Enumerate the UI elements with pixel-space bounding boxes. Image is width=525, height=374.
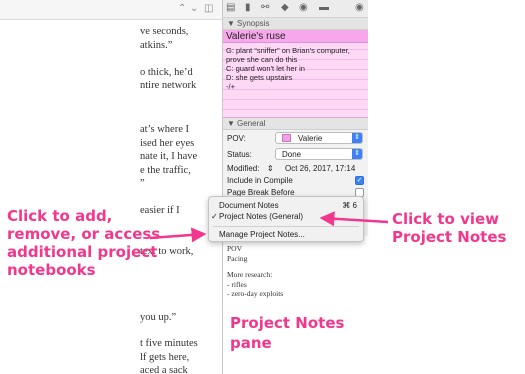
disclosure-triangle-icon[interactable]: ▼ bbox=[227, 19, 235, 28]
synopsis-line: -/+ bbox=[226, 82, 235, 91]
synopsis-line: D: she gets upstairs bbox=[226, 73, 293, 82]
pov-color-swatch bbox=[282, 134, 291, 142]
chevron-up-icon[interactable]: ⌃ bbox=[178, 3, 186, 14]
editor-text-line[interactable]: ve seconds, bbox=[140, 26, 188, 37]
menu-item-manage-project-notes[interactable]: Manage Project Notes... bbox=[209, 229, 363, 240]
editor-text-line[interactable]: ntire network bbox=[140, 80, 196, 91]
synopsis-header[interactable]: ▼ Synopsis bbox=[223, 18, 368, 30]
note-line: POV bbox=[227, 244, 243, 253]
chevron-down-icon[interactable]: ⌄ bbox=[190, 3, 198, 14]
lock-icon[interactable]: ◉ bbox=[355, 2, 364, 13]
editor-text-line[interactable]: ” bbox=[140, 178, 145, 189]
pane-callout: Project Notes pane bbox=[230, 314, 345, 352]
pov-label: POV: bbox=[227, 134, 246, 143]
disclosure-triangle-icon[interactable]: ▼ bbox=[227, 119, 235, 128]
editor-text-line[interactable]: you up.” bbox=[140, 312, 176, 323]
checkmark-icon: ✓ bbox=[211, 212, 218, 221]
menu-item-project-notes-general[interactable]: ✓ Project Notes (General) bbox=[209, 211, 363, 222]
editor-text-line[interactable]: nate it, I have bbox=[140, 151, 197, 162]
status-label: Status: bbox=[227, 150, 252, 159]
synopsis-title[interactable]: Valerie's ruse bbox=[223, 30, 368, 43]
editor-text-line[interactable]: at’s where I bbox=[140, 124, 189, 135]
include-in-compile-label: Include in Compile bbox=[227, 176, 293, 185]
split-view-icon[interactable]: ◫ bbox=[204, 3, 213, 14]
snapshot-icon[interactable]: ◉ bbox=[299, 2, 308, 13]
notes-menu: Document Notes ⌘ 6 ✓ Project Notes (Gene… bbox=[208, 196, 364, 242]
modified-label: Modified: bbox=[227, 164, 260, 173]
synopsis-card[interactable]: Valerie's ruse G: plant “sniffer” on Bri… bbox=[223, 30, 368, 118]
editor-text-line[interactable]: atkins.” bbox=[140, 40, 172, 51]
right-callout: Click to view Project Notes bbox=[392, 210, 507, 246]
notes-icon[interactable]: ▤ bbox=[226, 2, 235, 13]
synopsis-line: C: guard won't let her in bbox=[226, 64, 305, 73]
editor-text-line[interactable]: lf gets here, bbox=[140, 352, 189, 363]
comment-icon[interactable]: ▬ bbox=[319, 2, 329, 13]
editor-text-line[interactable]: e the traffic, bbox=[140, 165, 191, 176]
project-notes-pane[interactable]: POV Pacing More research: - rifles - zer… bbox=[223, 236, 368, 374]
menu-separator bbox=[213, 226, 359, 227]
synopsis-line: G: plant “sniffer” on Brian's computer, bbox=[226, 46, 350, 55]
background bbox=[368, 0, 525, 374]
editor-pane[interactable]: ⌃ ⌄ ◫ ve seconds, atkins.” o thick, he’d… bbox=[0, 0, 222, 374]
editor-text-line[interactable]: t five minutes bbox=[140, 338, 198, 349]
chevron-updown-icon[interactable]: ⇕ bbox=[267, 164, 274, 173]
general-header[interactable]: ▼ General bbox=[223, 118, 368, 130]
modified-value: Oct 26, 2017, 17:14 bbox=[285, 164, 356, 173]
pov-popup[interactable]: Valerie ⇕ bbox=[275, 132, 363, 144]
note-line: - rifles bbox=[227, 280, 247, 289]
left-callout: Click to add, remove, or access addition… bbox=[7, 207, 161, 279]
shortcut-label: ⌘ 6 bbox=[342, 201, 357, 210]
editor-text-line[interactable]: ised her eyes bbox=[140, 138, 194, 149]
note-line: More research: bbox=[227, 270, 273, 279]
editor-toolbar: ⌃ ⌄ ◫ bbox=[0, 0, 222, 20]
synopsis-line: prove she can do this bbox=[226, 55, 298, 64]
status-popup[interactable]: Done ⇕ bbox=[275, 148, 363, 160]
bookmark-icon[interactable]: ▮ bbox=[245, 2, 251, 13]
key-icon[interactable]: ⚯ bbox=[261, 2, 269, 13]
chevron-updown-icon: ⇕ bbox=[352, 149, 362, 159]
note-line: Pacing bbox=[227, 254, 248, 263]
chevron-updown-icon: ⇕ bbox=[352, 133, 362, 143]
inspector-toolbar: ▤ ▮ ⚯ ◆ ◉ ▬ ◉ bbox=[223, 0, 368, 18]
include-in-compile-checkbox[interactable]: ✓ bbox=[355, 176, 364, 185]
note-line: - zero-day exploits bbox=[227, 289, 284, 298]
editor-text-line[interactable]: o thick, he’d bbox=[140, 67, 193, 78]
menu-item-document-notes[interactable]: Document Notes ⌘ 6 bbox=[209, 200, 363, 211]
editor-text-line[interactable]: aced a sack bbox=[140, 365, 188, 374]
tag-icon[interactable]: ◆ bbox=[281, 2, 289, 13]
